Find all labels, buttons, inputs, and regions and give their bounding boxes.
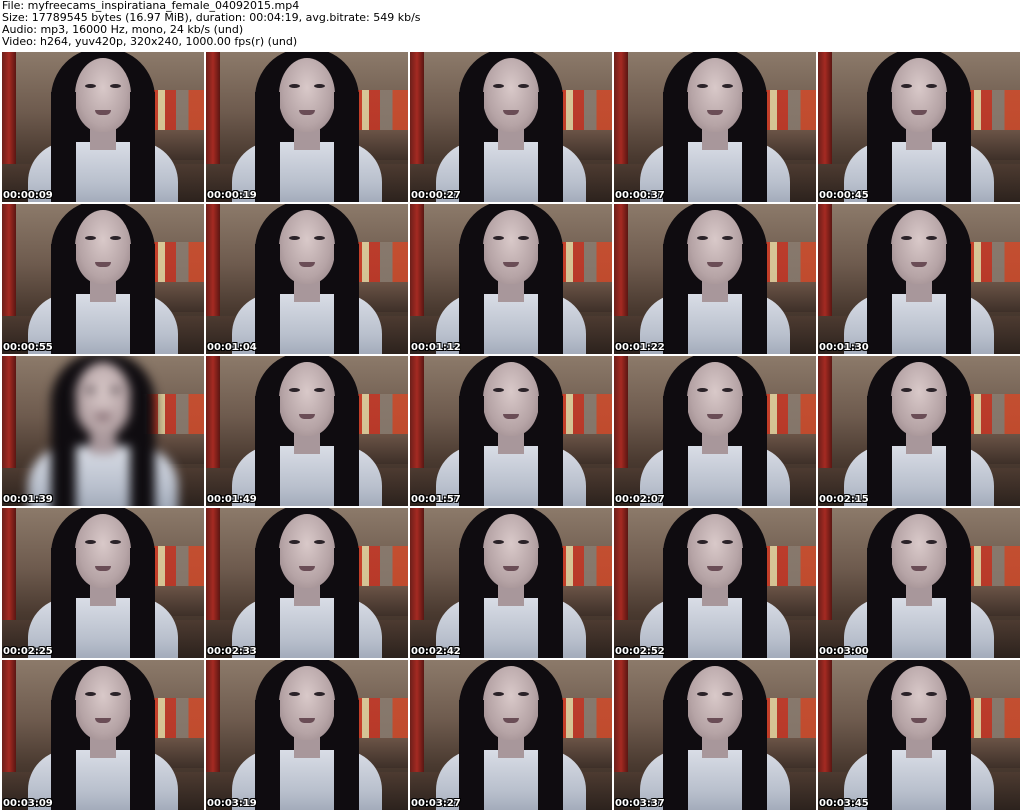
thumbnail-timestamp: 00:03:37: [615, 798, 665, 809]
thumbnail-timestamp: 00:02:15: [819, 494, 869, 505]
video-info-line: Video: h264, yuv420p, 320x240, 1000.00 f…: [2, 35, 298, 48]
thumbnail-timestamp: 00:02:07: [615, 494, 665, 505]
file-info-header: File: myfreecams_inspiratiana_female_040…: [2, 0, 1022, 50]
video-thumbnail: 00:00:55: [2, 204, 204, 354]
thumbnail-timestamp: 00:01:12: [411, 342, 461, 353]
video-thumbnail: 00:00:37: [614, 52, 816, 202]
video-thumbnail: 00:02:52: [614, 508, 816, 658]
person-figure: [2, 356, 204, 506]
video-thumbnail: 00:00:09: [2, 52, 204, 202]
thumbnail-timestamp: 00:00:37: [615, 190, 665, 201]
video-thumbnail: 00:03:19: [206, 660, 408, 810]
thumbnail-timestamp: 00:01:04: [207, 342, 257, 353]
video-thumbnail: 00:02:07: [614, 356, 816, 506]
person-figure: [818, 356, 1020, 506]
thumbnail-timestamp: 00:01:39: [3, 494, 53, 505]
person-figure: [206, 52, 408, 202]
person-figure: [818, 204, 1020, 354]
thumbnail-timestamp: 00:03:45: [819, 798, 869, 809]
video-thumbnail: 00:03:27: [410, 660, 612, 810]
person-figure: [818, 660, 1020, 810]
thumbnail-timestamp: 00:02:33: [207, 646, 257, 657]
person-figure: [206, 204, 408, 354]
video-thumbnail: 00:01:12: [410, 204, 612, 354]
person-figure: [614, 356, 816, 506]
thumbnail-timestamp: 00:03:19: [207, 798, 257, 809]
thumbnail-timestamp: 00:01:49: [207, 494, 257, 505]
thumbnail-timestamp: 00:00:27: [411, 190, 461, 201]
person-figure: [2, 660, 204, 810]
thumbnail-timestamp: 00:01:57: [411, 494, 461, 505]
person-figure: [2, 508, 204, 658]
thumbnail-timestamp: 00:01:30: [819, 342, 869, 353]
person-figure: [614, 660, 816, 810]
video-thumbnail: 00:01:30: [818, 204, 1020, 354]
video-thumbnail: 00:01:22: [614, 204, 816, 354]
video-thumbnail: 00:00:19: [206, 52, 408, 202]
person-figure: [818, 508, 1020, 658]
person-figure: [410, 508, 612, 658]
thumbnail-timestamp: 00:02:25: [3, 646, 53, 657]
video-thumbnail: 00:01:04: [206, 204, 408, 354]
thumbnail-timestamp: 00:00:09: [3, 190, 53, 201]
thumbnail-timestamp: 00:00:45: [819, 190, 869, 201]
video-thumbnail: 00:02:33: [206, 508, 408, 658]
thumbnail-timestamp: 00:03:09: [3, 798, 53, 809]
thumbnail-grid: 00:00:09 00:00:19 00:00:27 00:00:37 00:00:45…: [2, 52, 1020, 810]
person-figure: [410, 204, 612, 354]
person-figure: [818, 52, 1020, 202]
video-thumbnail: 00:03:09: [2, 660, 204, 810]
thumbnail-timestamp: 00:02:52: [615, 646, 665, 657]
person-figure: [206, 508, 408, 658]
person-figure: [410, 52, 612, 202]
person-figure: [614, 52, 816, 202]
person-figure: [614, 204, 816, 354]
thumbnail-timestamp: 00:00:55: [3, 342, 53, 353]
person-figure: [2, 204, 204, 354]
video-thumbnail: 00:02:25: [2, 508, 204, 658]
thumbnail-timestamp: 00:03:00: [819, 646, 869, 657]
person-figure: [410, 660, 612, 810]
video-thumbnail: 00:00:27: [410, 52, 612, 202]
video-thumbnail: 00:00:45: [818, 52, 1020, 202]
person-figure: [2, 52, 204, 202]
thumbnail-timestamp: 00:00:19: [207, 190, 257, 201]
video-thumbnail: 00:01:39: [2, 356, 204, 506]
person-figure: [410, 356, 612, 506]
video-thumbnail: 00:02:15: [818, 356, 1020, 506]
thumbnail-timestamp: 00:02:42: [411, 646, 461, 657]
person-figure: [614, 508, 816, 658]
thumbnail-timestamp: 00:01:22: [615, 342, 665, 353]
video-thumbnail: 00:03:00: [818, 508, 1020, 658]
person-figure: [206, 356, 408, 506]
person-figure: [206, 660, 408, 810]
video-thumbnail: 00:03:45: [818, 660, 1020, 810]
video-thumbnail: 00:02:42: [410, 508, 612, 658]
thumbnail-timestamp: 00:03:27: [411, 798, 461, 809]
video-thumbnail: 00:01:57: [410, 356, 612, 506]
video-thumbnail: 00:01:49: [206, 356, 408, 506]
video-thumbnail: 00:03:37: [614, 660, 816, 810]
